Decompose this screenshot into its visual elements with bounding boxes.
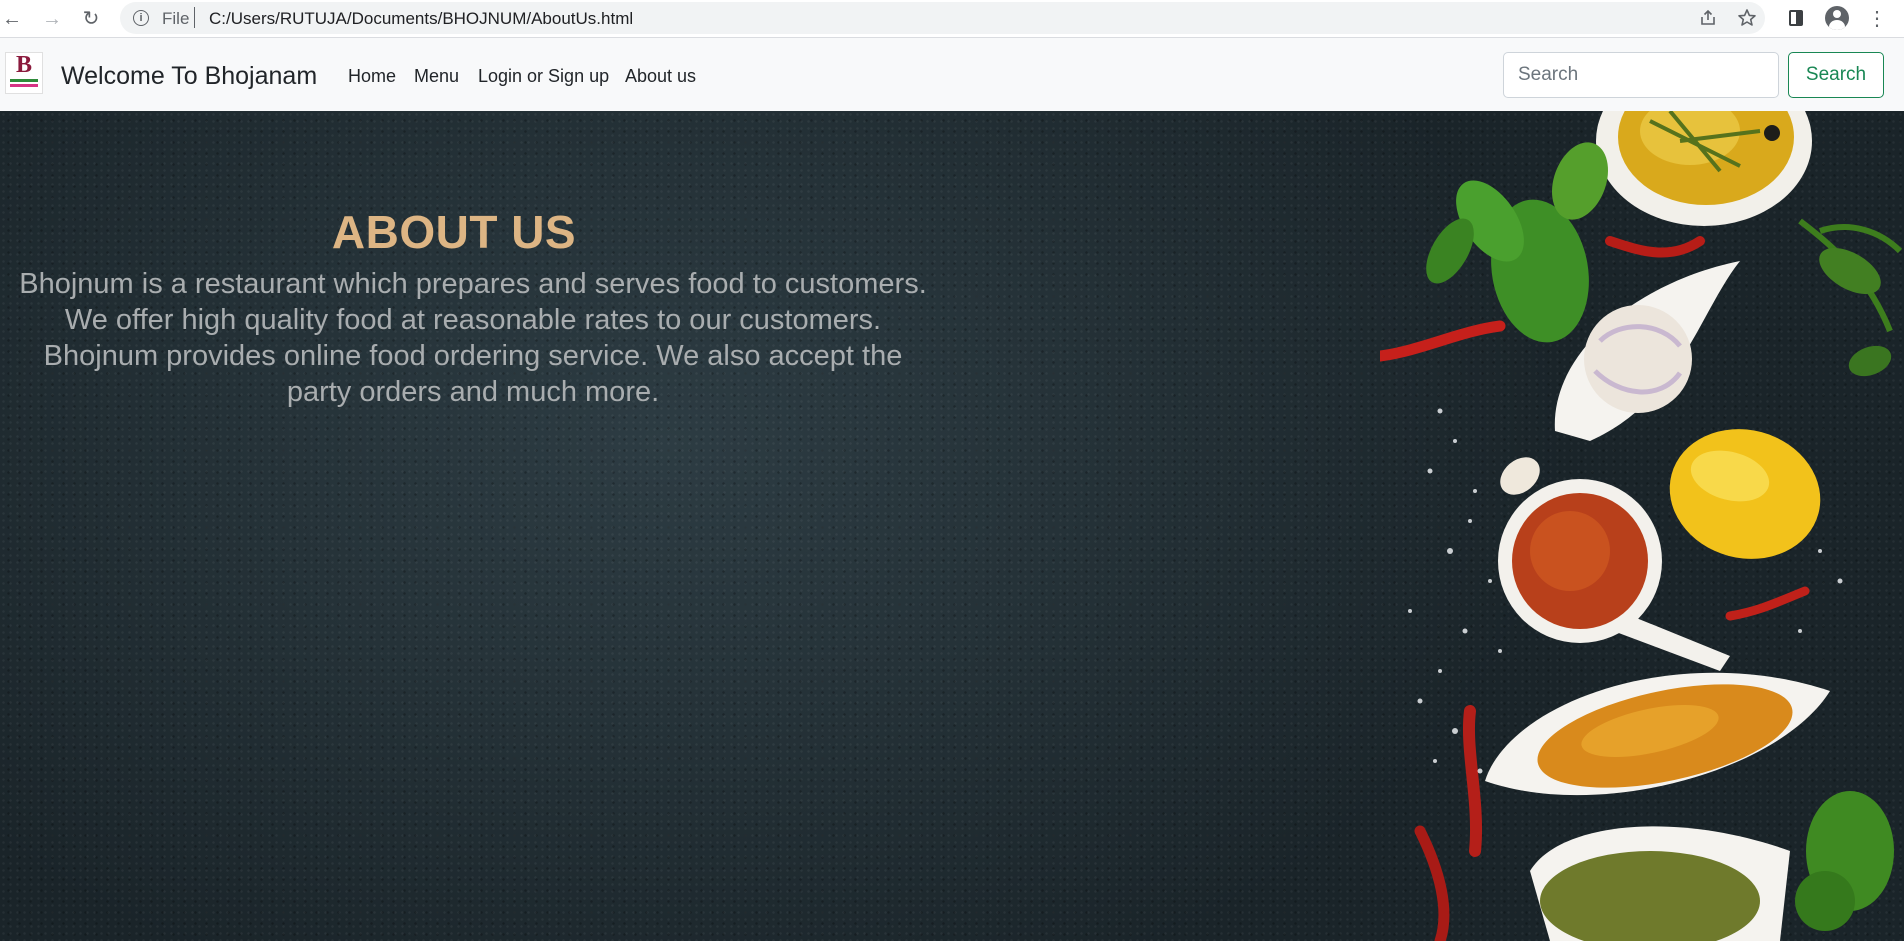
url-text[interactable]: C:/Users/RUTUJA/Documents/BHOJNUM/AboutU…: [209, 9, 633, 29]
hero-section: ABOUT US Bhojnum is a restaurant which p…: [0, 111, 1904, 941]
url-scheme-label: File: [162, 9, 190, 28]
share-icon[interactable]: [1694, 4, 1722, 32]
about-description: Bhojnum is a restaurant which prepares a…: [19, 268, 927, 408]
back-arrow-icon[interactable]: ←: [0, 5, 26, 33]
site-navbar: B Welcome To Bhojanam Home Menu Login or…: [0, 38, 1904, 111]
spices-image: [1380, 111, 1903, 941]
address-bar[interactable]: i File C:/Users/RUTUJA/Documents/BHOJNUM…: [120, 2, 1765, 34]
nav-link-login[interactable]: Login or Sign up: [478, 66, 609, 87]
search-button[interactable]: Search: [1788, 52, 1884, 98]
brand-logo[interactable]: B: [5, 52, 43, 94]
info-icon[interactable]: i: [133, 10, 149, 26]
profile-avatar-icon[interactable]: [1823, 4, 1851, 32]
more-menu-icon[interactable]: ⋮: [1863, 4, 1891, 32]
brand-title[interactable]: Welcome To Bhojanam: [61, 62, 317, 91]
nav-link-home[interactable]: Home: [348, 66, 396, 87]
nav-link-menu[interactable]: Menu: [414, 66, 459, 87]
reload-icon[interactable]: ↻: [77, 5, 105, 33]
url-separator: [194, 7, 195, 28]
search-input[interactable]: [1503, 52, 1779, 98]
side-panel-icon[interactable]: [1782, 4, 1810, 32]
nav-link-about[interactable]: About us: [625, 66, 696, 87]
forward-arrow-icon[interactable]: →: [38, 5, 66, 33]
page-title: ABOUT US: [331, 206, 577, 258]
bookmark-star-icon[interactable]: [1733, 4, 1761, 32]
browser-toolbar: ← → ↻ i File C:/Users/RUTUJA/Documents/B…: [0, 0, 1904, 38]
